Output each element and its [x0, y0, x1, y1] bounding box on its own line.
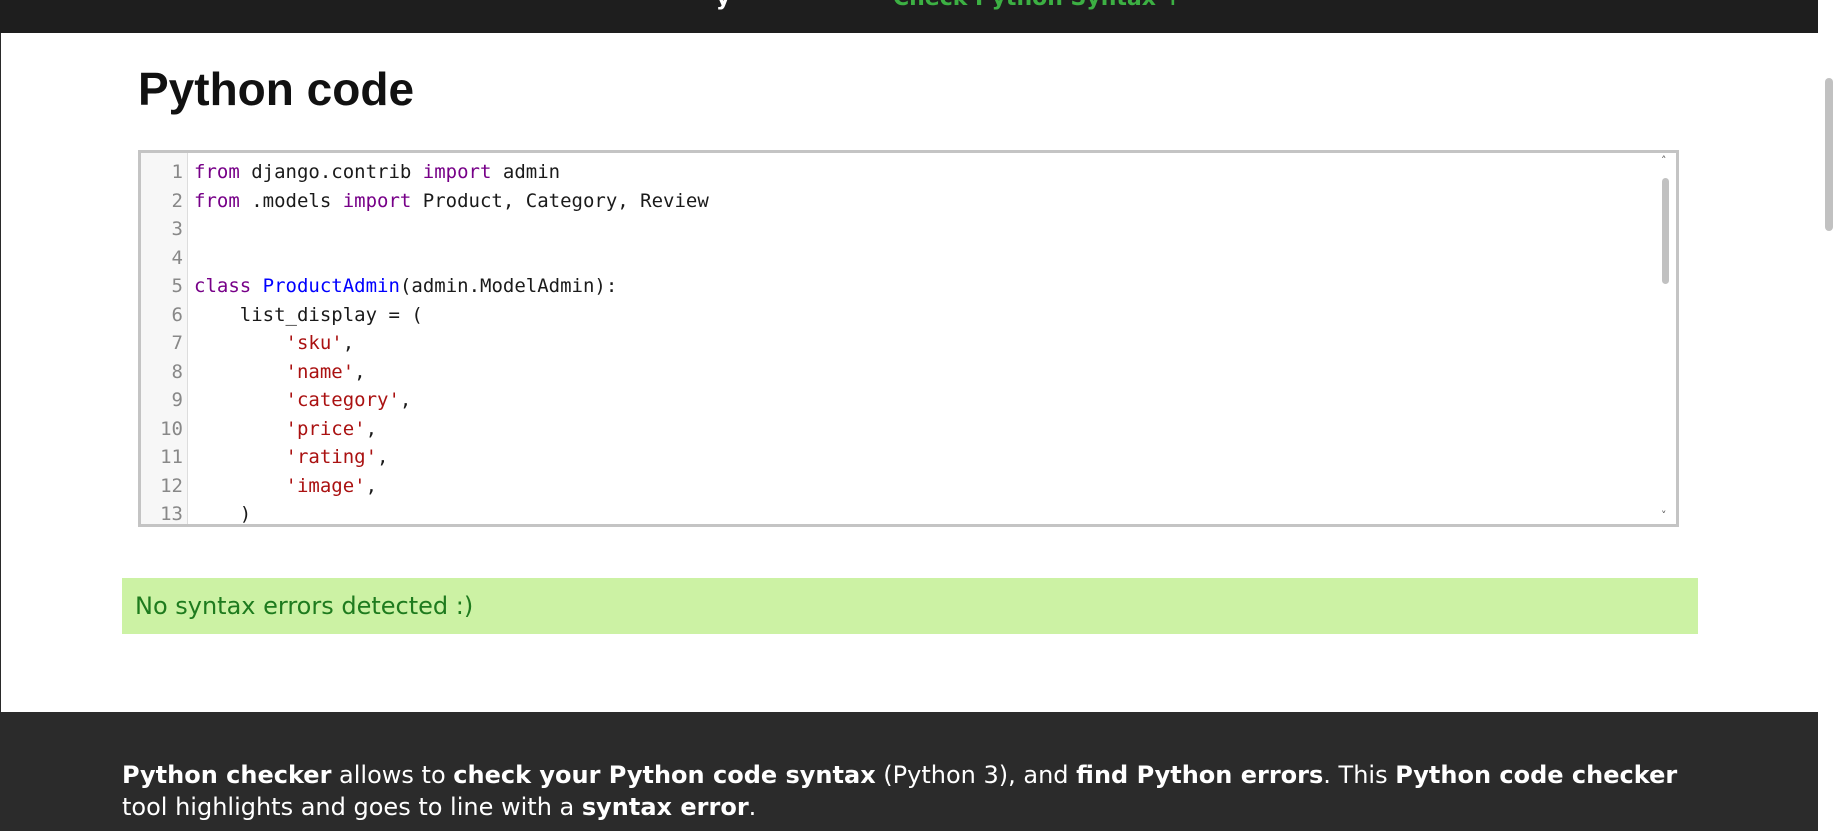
footer-bold-text: check your Python code syntax: [453, 761, 876, 789]
code-token: admin: [491, 161, 561, 183]
code-token: ,: [365, 417, 378, 440]
code-line[interactable]: 9 'category',: [141, 386, 1611, 414]
line-number: 7: [171, 332, 183, 354]
footer-text: allows to: [331, 761, 454, 789]
code-line[interactable]: 8 'name',: [141, 358, 1611, 386]
line-number: 13: [160, 503, 183, 525]
code-text[interactable]: class ProductAdmin(admin.ModelAdmin):: [194, 272, 617, 300]
code-text[interactable]: 'category',: [194, 386, 412, 414]
page: y Check Python Syntax ↑ Python code 1 fro…: [0, 0, 1839, 831]
left-border: [0, 33, 1, 713]
code-token: ): [194, 503, 252, 525]
code-line[interactable]: 7 'sku',: [141, 329, 1611, 357]
code-line[interactable]: 10 'price',: [141, 415, 1611, 443]
code-line[interactable]: 5 class ProductAdmin(admin.ModelAdmin):: [141, 272, 1611, 300]
code-token: Product, Category, Review: [411, 189, 709, 212]
code-text[interactable]: list_display = (: [194, 301, 423, 329]
line-number: 3: [171, 218, 183, 240]
code-editor[interactable]: 1 from django.contrib import admin 2 from .…: [138, 150, 1679, 527]
line-number: 10: [160, 417, 183, 440]
code-text[interactable]: ): [194, 500, 252, 525]
code-token: ,: [365, 474, 378, 497]
editor-scrollbar[interactable]: ˄ ˅: [1657, 153, 1676, 524]
footer-bold-text: Python code checker: [1395, 761, 1678, 789]
definition-token: ProductAdmin: [262, 275, 400, 297]
footer-text: tool highlights and goes to line with a: [122, 793, 582, 821]
footer-description: Python checker allows to check your Pyth…: [122, 759, 1702, 823]
footer-section: Python checker allows to check your Pyth…: [0, 712, 1818, 831]
code-text[interactable]: 'rating',: [194, 443, 389, 471]
footer-bold-text: find Python errors: [1076, 761, 1324, 789]
code-token: (admin.ModelAdmin):: [399, 275, 618, 297]
page-scroll-thumb[interactable]: [1825, 78, 1833, 231]
line-number: 11: [160, 446, 183, 468]
code-token: ,: [377, 446, 389, 468]
code-text[interactable]: from django.contrib import admin: [194, 158, 560, 186]
line-number: 9: [171, 389, 183, 411]
code-line[interactable]: 6 list_display = (: [141, 301, 1611, 329]
check-syntax-link[interactable]: Check Python Syntax ↑: [893, 0, 1182, 11]
keyword-token: import: [422, 161, 492, 183]
code-text[interactable]: 'image',: [194, 472, 378, 500]
code-token: .models: [239, 189, 343, 212]
footer-text: .: [748, 793, 757, 821]
code-text[interactable]: from .models import Product, Category, R…: [194, 187, 709, 215]
code-text[interactable]: 'name',: [194, 358, 366, 386]
code-line[interactable]: 12 'image',: [141, 472, 1611, 500]
line-number: 5: [171, 275, 183, 297]
scroll-up-icon[interactable]: ˄: [1661, 155, 1667, 167]
code-line[interactable]: 2 from .models import Product, Category, …: [141, 187, 1611, 215]
keyword-token: import: [342, 189, 412, 212]
line-number: 6: [171, 303, 183, 326]
top-bar-text: y: [716, 0, 730, 11]
top-bar: y Check Python Syntax ↑: [0, 0, 1818, 33]
keyword-token: from: [194, 189, 240, 212]
line-number: 4: [171, 246, 183, 269]
line-number: 8: [171, 360, 183, 383]
editor-scroll-thumb[interactable]: [1662, 178, 1669, 284]
code-token: ,: [399, 389, 412, 411]
page-scrollbar[interactable]: [1818, 0, 1839, 831]
code-token: list_display = (: [194, 303, 423, 326]
code-line[interactable]: 13 ): [141, 500, 1611, 525]
keyword-token: class: [194, 275, 252, 297]
scroll-down-icon[interactable]: ˅: [1661, 510, 1667, 522]
code-line[interactable]: 4: [141, 244, 1611, 272]
string-token: 'rating': [285, 446, 378, 468]
keyword-token: from: [194, 161, 240, 183]
code-token: django.contrib: [239, 161, 423, 183]
code-line[interactable]: 11 'rating',: [141, 443, 1611, 471]
code-token: ,: [342, 332, 355, 354]
code-line[interactable]: 1 from django.contrib import admin: [141, 158, 1611, 186]
footer-bold-text: Python checker: [122, 761, 332, 789]
page-title: Python code: [138, 63, 415, 115]
line-number: 1: [171, 161, 183, 183]
code-line[interactable]: 3: [141, 215, 1611, 243]
string-token: 'sku': [285, 332, 343, 354]
footer-text: . This: [1323, 761, 1396, 789]
string-token: 'price': [285, 417, 366, 440]
code-token: ,: [354, 360, 366, 383]
line-number: 12: [160, 474, 183, 497]
string-token: 'name': [285, 360, 355, 383]
syntax-result-message: No syntax errors detected :): [122, 578, 1698, 634]
string-token: 'image': [285, 474, 366, 497]
string-token: 'category': [285, 389, 400, 411]
footer-text: (Python 3), and: [875, 761, 1077, 789]
footer-bold-text: syntax error: [581, 793, 749, 821]
line-number: 2: [171, 189, 183, 212]
code-text[interactable]: 'price',: [194, 415, 378, 443]
code-text[interactable]: 'sku',: [194, 329, 355, 357]
